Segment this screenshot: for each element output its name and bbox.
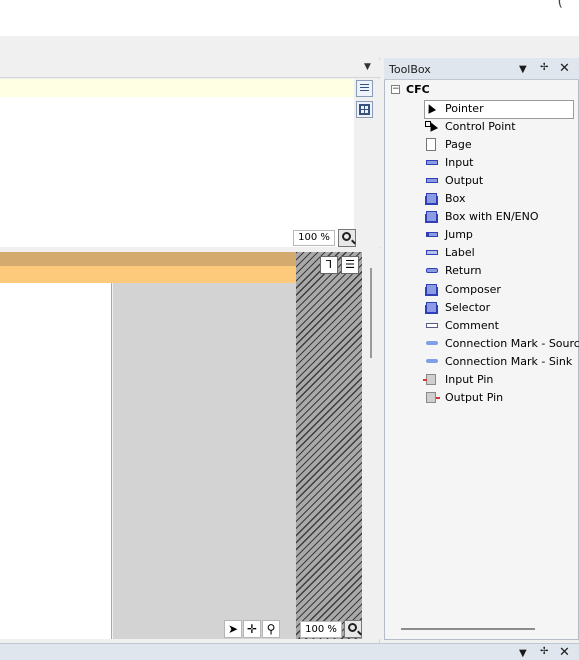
toolbox-title: ToolBox [389,63,431,76]
label-icon [426,250,438,255]
input-pin-icon [423,374,436,385]
tabular-view-icon[interactable] [356,101,373,118]
toolbox-item-label: Comment [445,319,499,332]
declaration-zoom-level[interactable]: 100 % [293,230,335,246]
toolbox-item-label: Pointer [445,102,484,115]
output-pin-icon [426,392,440,403]
toolbox-item-label: Control Point [445,120,516,133]
cfc-tool-bar: ➤ ✛ ⚲ [224,620,294,638]
chevron-down-icon[interactable]: ▼ [364,62,371,72]
toolbox-item-label: Connection Mark - Sink [445,355,573,368]
textual-view-icon[interactable] [356,80,373,97]
toolbox-item-label: Input Pin [445,373,494,386]
toolbox-item-label: Page [445,138,472,151]
box-en-eno-icon [426,211,437,222]
cfc-page-area[interactable] [0,283,112,639]
output-icon [426,178,438,183]
toolbox-horizontal-scrollbar[interactable] [401,628,535,630]
comment-icon [426,323,438,328]
cfc-header-bar [0,252,296,266]
chevron-down-icon[interactable]: ▼ [519,648,527,659]
toolbox-item-label: Composer [445,283,501,296]
top-divider-strip [0,36,579,56]
input-icon [426,160,438,165]
declaration-view-switcher [356,80,376,130]
page-icon [426,138,436,151]
declaration-scrollbar[interactable] [375,79,380,247]
zoom-magnifier-icon[interactable] [344,620,362,638]
cfc-canvas-area[interactable] [113,283,296,639]
cfc-page-header [0,266,296,283]
top-window-area [0,0,579,36]
toolbox-item-label: Output Pin [445,391,504,404]
chevron-down-icon[interactable]: ▼ [519,64,527,75]
selector-icon [426,302,437,313]
toolbox-item-label: Connection Mark - Source [445,337,579,350]
connect-lines-icon[interactable]: ⅂ [320,256,338,274]
toolbox-item-label: Box with EN/ENO [445,210,539,223]
connection-mark-sink-icon [426,359,438,363]
toolbox-item-label: Selector [445,301,491,314]
box-icon [426,193,437,204]
zoom-magnifier-icon[interactable] [338,229,356,247]
toolbox-item-label: Output [445,174,484,187]
toolbox-item-label: Label [445,246,475,259]
jump-icon [426,232,438,237]
composer-icon [426,284,437,295]
cfc-scrollbar-thumb[interactable] [370,268,372,358]
toolbox-item-label: Return [445,264,482,277]
return-icon [426,268,438,273]
toolbox-item-label: Jump [445,228,473,241]
bottom-panel-title-bar [0,643,579,660]
pin-icon[interactable]: ✢ [540,646,548,657]
menu-lines-icon[interactable]: ☰ [341,256,359,274]
close-icon[interactable]: ✕ [559,645,570,660]
toolbox-item-label: Box [445,192,466,205]
move-tool-icon[interactable]: ✛ [243,620,261,638]
pin-icon[interactable]: ✢ [540,62,548,73]
zoom-tool-icon[interactable]: ⚲ [262,620,280,638]
toolbox-item-label: Input [445,156,474,169]
declaration-editor[interactable] [0,97,354,247]
top-right-glyph: ( [557,0,563,10]
declaration-header [0,60,380,78]
pointer-tool-icon[interactable]: ➤ [224,620,242,638]
collapse-toggle-icon[interactable]: − [391,85,400,94]
close-icon[interactable]: ✕ [559,61,570,76]
cfc-outside-area [296,252,362,639]
toolbox-category-cfc[interactable]: CFC [406,83,430,96]
connection-mark-source-icon [426,341,438,345]
control-point-icon [425,121,438,132]
pointer-icon [426,104,438,114]
cfc-zoom-level[interactable]: 100 % [300,621,342,638]
declaration-first-line[interactable] [0,79,354,97]
